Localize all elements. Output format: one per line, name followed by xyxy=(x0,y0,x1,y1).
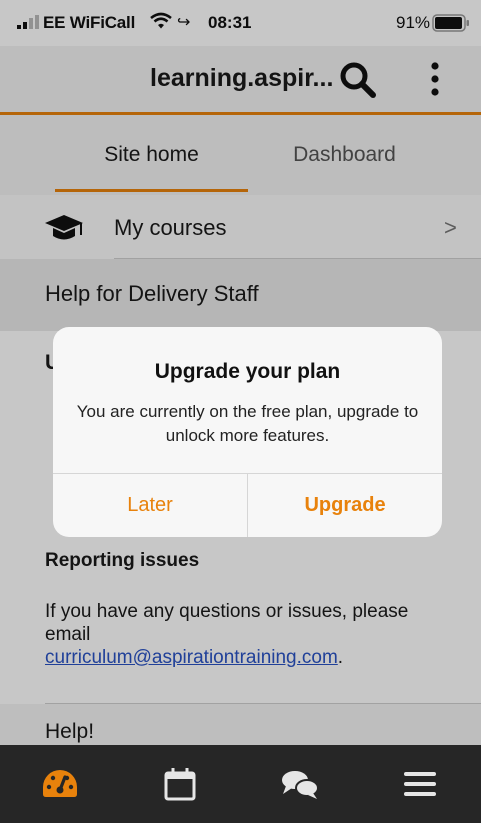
calendar-icon xyxy=(164,768,196,801)
upgrade-button[interactable]: Upgrade xyxy=(248,474,442,537)
dialog-message: You are currently on the free plan, upgr… xyxy=(76,402,419,445)
messages-icon xyxy=(282,771,319,799)
upgrade-dialog: Upgrade your plan You are currently on t… xyxy=(53,327,442,537)
nav-menu[interactable] xyxy=(360,745,480,823)
later-button[interactable]: Later xyxy=(53,474,247,537)
bottom-navigation xyxy=(0,745,481,823)
app-screen: EE WiFiCall ↪ 08:31 91% learning.aspir..… xyxy=(0,0,481,823)
nav-calendar[interactable] xyxy=(120,745,240,823)
dashboard-icon xyxy=(43,770,77,797)
dialog-title: Upgrade your plan xyxy=(154,360,341,383)
nav-messages[interactable] xyxy=(240,745,360,823)
nav-dashboard[interactable] xyxy=(0,745,120,823)
menu-icon xyxy=(404,772,436,796)
